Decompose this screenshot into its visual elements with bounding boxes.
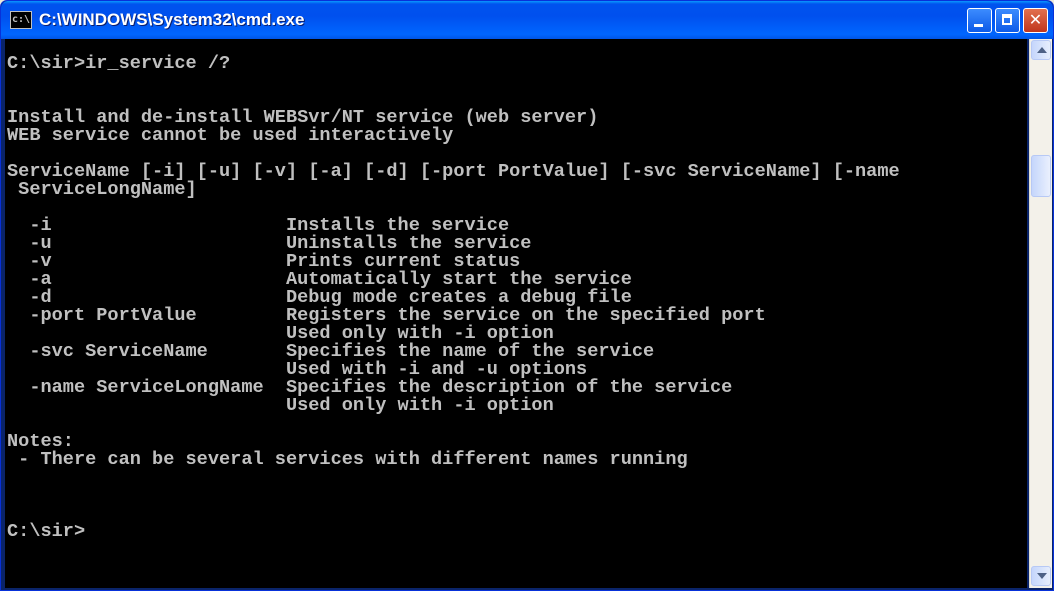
console-output-area[interactable]: C:\sir>ir_service /? Install and de-inst… xyxy=(5,39,1027,588)
window-title: C:\WINDOWS\System32\cmd.exe xyxy=(39,10,305,29)
vertical-scrollbar[interactable] xyxy=(1029,39,1052,588)
scroll-thumb[interactable] xyxy=(1031,155,1051,197)
title-bar[interactable]: c:\ C:\WINDOWS\System32\cmd.exe ✕ xyxy=(1,1,1053,39)
minimize-icon xyxy=(974,24,983,27)
minimize-button[interactable] xyxy=(967,8,992,33)
console-window: c:\ C:\WINDOWS\System32\cmd.exe ✕ C:\sir… xyxy=(0,0,1054,591)
console-icon[interactable]: c:\ xyxy=(10,11,32,29)
scroll-up-button[interactable] xyxy=(1031,40,1051,60)
close-icon: ✕ xyxy=(1028,10,1043,29)
console-text: C:\sir>ir_service /? Install and de-inst… xyxy=(7,53,900,542)
maximize-button[interactable] xyxy=(995,8,1020,33)
scroll-down-button[interactable] xyxy=(1031,566,1051,586)
maximize-icon xyxy=(1002,14,1012,25)
close-button[interactable]: ✕ xyxy=(1023,8,1048,33)
